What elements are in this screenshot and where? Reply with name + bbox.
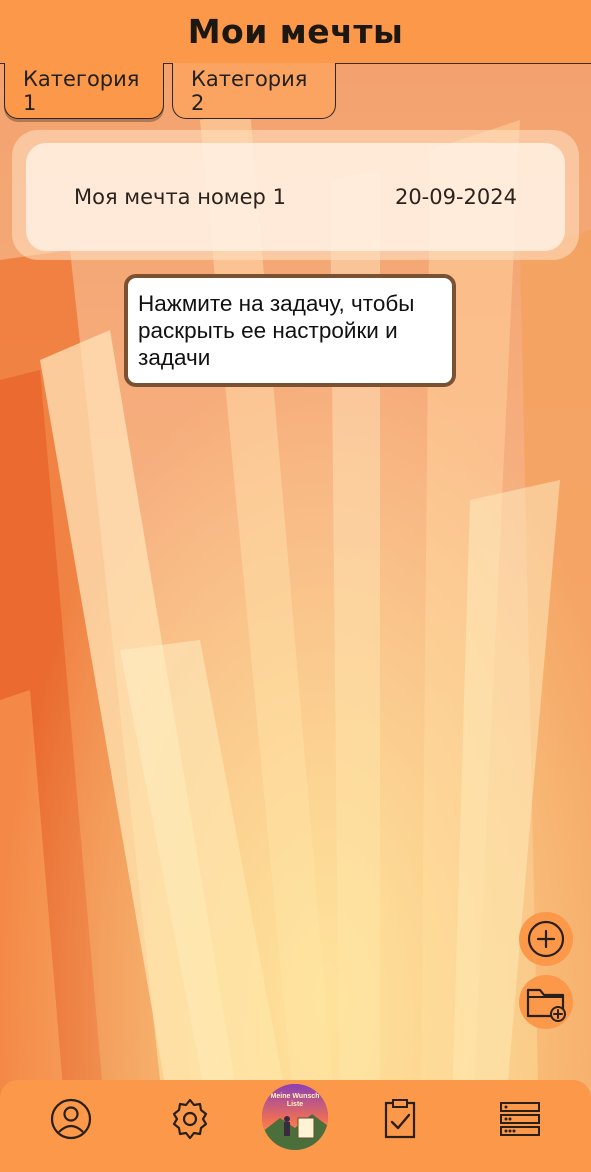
bottom-navigation: Meine Wunsch Liste <box>0 1080 591 1172</box>
nav-list[interactable] <box>495 1094 545 1144</box>
dream-card[interactable]: Моя мечта номер 1 20-09-2024 <box>26 143 565 251</box>
dream-title: Моя мечта номер 1 <box>74 185 286 209</box>
app-logo[interactable]: Meine Wunsch Liste <box>262 1084 328 1150</box>
list-icon <box>500 1102 540 1136</box>
nav-settings[interactable] <box>165 1094 215 1144</box>
dream-date: 20-09-2024 <box>394 185 517 209</box>
user-icon <box>50 1098 92 1140</box>
category-tabs: Категория 1 Категория 2 <box>4 63 336 123</box>
app-header: Мои мечты <box>0 0 591 64</box>
plus-circle-icon <box>527 920 565 958</box>
page-title: Мои мечты <box>187 12 404 51</box>
nav-profile[interactable] <box>46 1094 96 1144</box>
gear-icon <box>172 1098 208 1140</box>
add-category-button[interactable] <box>519 975 573 1029</box>
add-dream-button[interactable] <box>519 912 573 966</box>
folder-add-icon <box>526 988 566 1022</box>
tab-category-2[interactable]: Категория 2 <box>172 63 336 119</box>
clipboard-check-icon <box>384 1099 416 1139</box>
logo-text: Meine Wunsch Liste <box>270 1093 320 1108</box>
hint-tooltip: Нажмите на задачу, чтобы раскрыть ее нас… <box>124 274 456 387</box>
nav-tasks[interactable] <box>375 1094 425 1144</box>
tab-category-1[interactable]: Категория 1 <box>4 63 164 119</box>
